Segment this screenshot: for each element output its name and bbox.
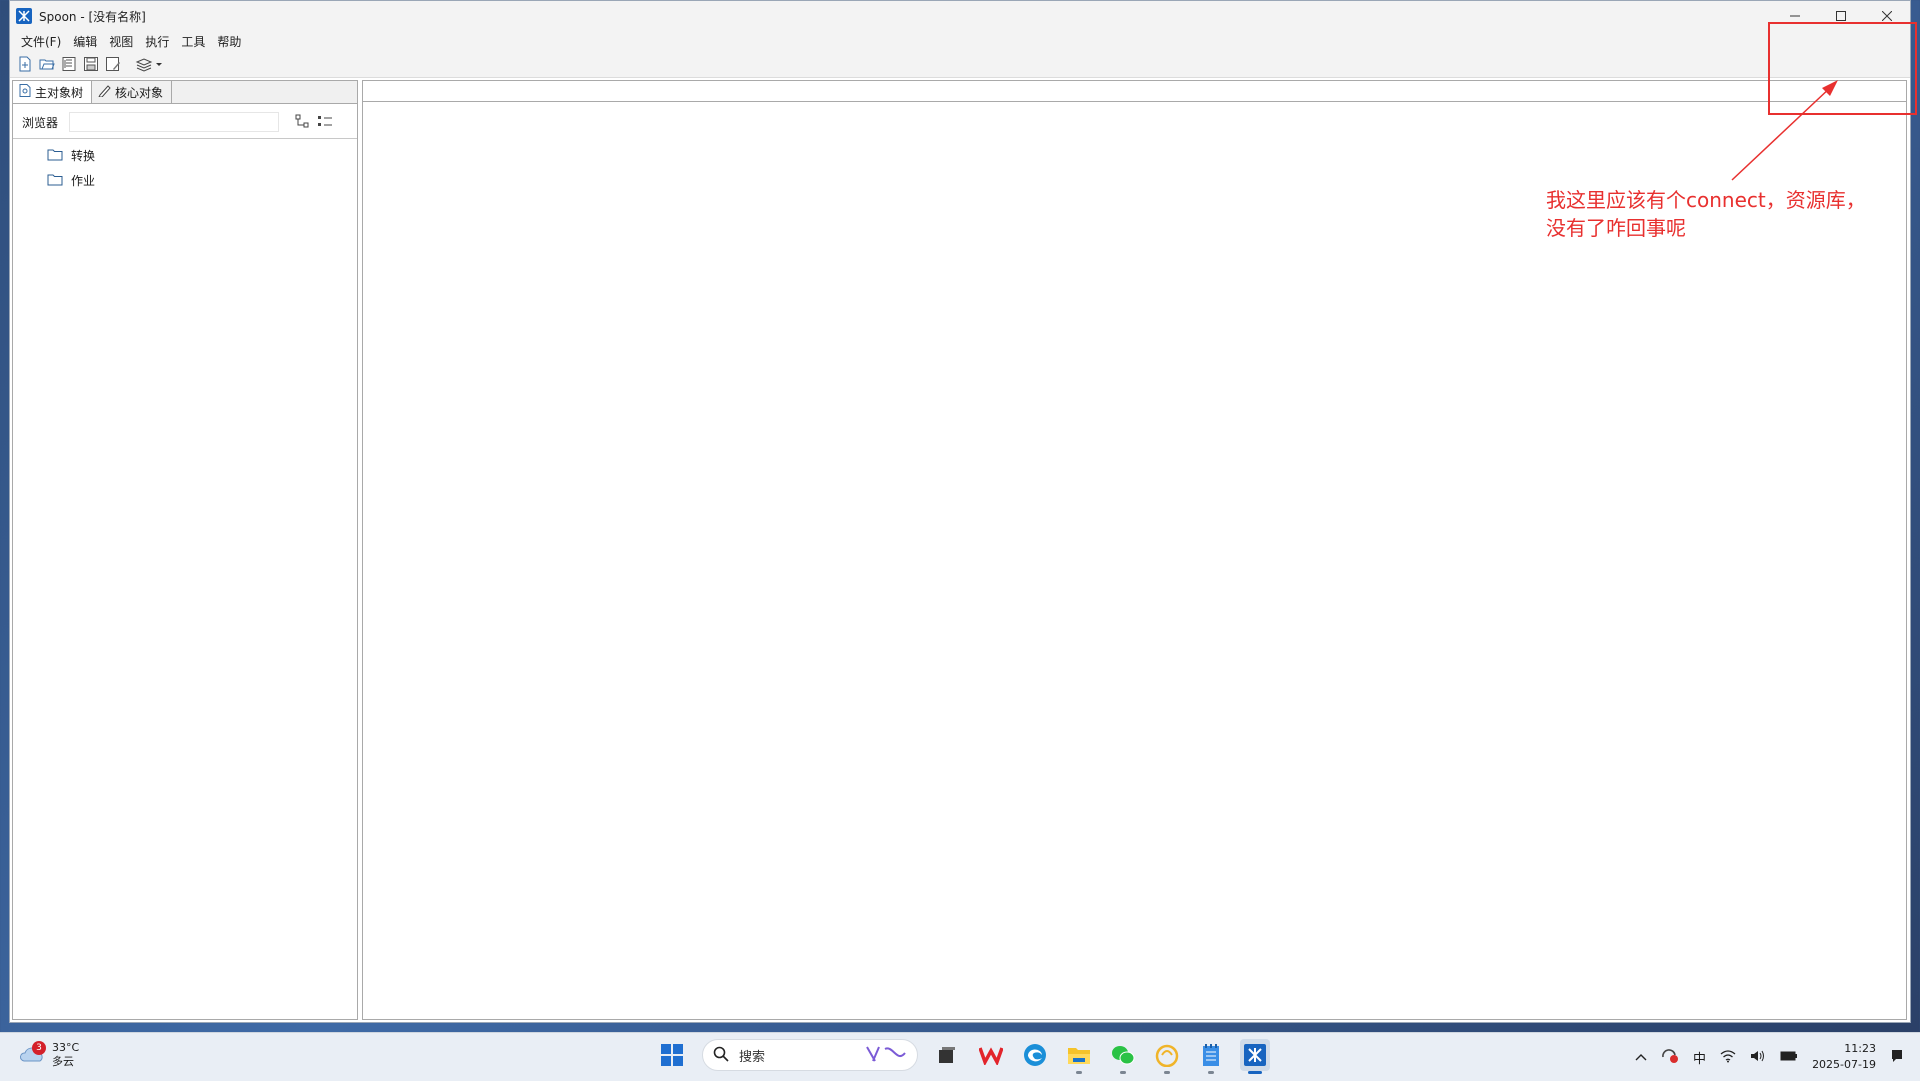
tab-label: 核心对象: [115, 85, 164, 100]
search-placeholder: 搜索: [739, 1049, 766, 1065]
folder-icon: [47, 148, 63, 164]
system-tray: 中 11:23 2025-07-19: [1635, 1041, 1904, 1073]
annotation-line-2: 没有了咋回事呢: [1546, 216, 1686, 240]
tab-label: 主对象树: [35, 85, 84, 100]
start-icon[interactable]: [656, 1039, 688, 1071]
menu-file[interactable]: 文件(F): [15, 33, 67, 50]
spoon-icon[interactable]: [1240, 1039, 1270, 1074]
menu-help[interactable]: 帮助: [211, 33, 247, 50]
left-panel-tabs: 主对象树 核心对象: [13, 81, 357, 104]
new-file-icon[interactable]: [14, 53, 36, 75]
file-explorer-icon[interactable]: [1064, 1039, 1094, 1074]
tree-item-transformations[interactable]: 转换: [13, 143, 357, 168]
wps-icon[interactable]: [976, 1039, 1006, 1071]
spoon-app-icon: [16, 8, 32, 24]
browser-label: 浏览器: [22, 115, 59, 130]
security-icon[interactable]: [1661, 1048, 1679, 1067]
notification-icon[interactable]: [1890, 1048, 1904, 1067]
chevron-up-icon[interactable]: [1635, 1050, 1647, 1064]
clock-date: 2025-07-19: [1812, 1058, 1876, 1071]
spoon-window: Spoon - [没有名称] 文件(F) 编辑 视图 执行 工具 帮助 主对象树…: [9, 0, 1911, 1023]
search-icon: [713, 1046, 729, 1065]
menu-edit[interactable]: 编辑: [67, 33, 103, 50]
menu-run[interactable]: 执行: [139, 33, 175, 50]
browser-search-row: 浏览器: [13, 106, 357, 139]
taskbar-search[interactable]: 搜索: [702, 1039, 918, 1071]
tree-item-label: 转换: [71, 149, 96, 163]
search-highlight-icon: [863, 1043, 907, 1068]
menu-tools[interactable]: 工具: [175, 33, 211, 50]
tab-main-object-tree[interactable]: 主对象树: [13, 81, 93, 103]
clock[interactable]: 11:23 2025-07-19: [1812, 1041, 1876, 1073]
object-tree: 转换 作业: [13, 139, 357, 193]
menu-view[interactable]: 视图: [103, 33, 139, 50]
tree-item-label: 作业: [71, 174, 96, 188]
open-folder-icon[interactable]: [36, 53, 58, 75]
save-as-icon[interactable]: [102, 53, 124, 75]
weather-badge: 3: [32, 1040, 46, 1055]
edge-icon[interactable]: [1020, 1039, 1050, 1071]
menu-bar: 文件(F) 编辑 视图 执行 工具 帮助: [10, 31, 1910, 51]
annotation-text: 我这里应该有个connect，资源库， 没有了咋回事呢: [1546, 186, 1886, 242]
expand-tree-icon[interactable]: [295, 114, 311, 131]
folder-icon: [47, 173, 63, 189]
taskbar: 3 33°C 多云 搜索 中 11:23 2025-07-19: [0, 1032, 1920, 1081]
tree-item-jobs[interactable]: 作业: [13, 168, 357, 193]
task-view-icon[interactable]: [932, 1039, 962, 1071]
title-bar[interactable]: Spoon - [没有名称]: [10, 1, 1910, 31]
clock-time: 11:23: [1844, 1042, 1876, 1055]
battery-icon[interactable]: [1780, 1050, 1798, 1065]
weather-temp: 33°C: [52, 1041, 80, 1054]
orange-app-icon[interactable]: [1152, 1039, 1182, 1074]
pencil-icon: [98, 84, 111, 100]
cloud-icon: 3: [18, 1040, 46, 1068]
explore-repository-icon[interactable]: [58, 53, 80, 75]
canvas-tabstrip: [363, 81, 1906, 102]
ime-indicator[interactable]: 中: [1693, 1048, 1706, 1067]
perspective-layers-icon[interactable]: [132, 53, 166, 75]
notepad-icon[interactable]: [1196, 1039, 1226, 1074]
weather-widget[interactable]: 3 33°C 多云: [18, 1040, 80, 1069]
volume-icon[interactable]: [1750, 1049, 1766, 1066]
list-view-icon[interactable]: [317, 114, 333, 131]
object-tree-panel: 主对象树 核心对象 浏览器 转换 作业: [12, 80, 358, 1020]
wechat-icon[interactable]: [1108, 1039, 1138, 1074]
window-title: Spoon - [没有名称]: [39, 9, 146, 24]
weather-desc: 多云: [52, 1055, 74, 1068]
save-icon[interactable]: [80, 53, 102, 75]
wifi-icon[interactable]: [1720, 1049, 1736, 1066]
document-icon: [19, 84, 31, 100]
tab-core-objects[interactable]: 核心对象: [92, 81, 173, 103]
toolbar: [10, 51, 1910, 78]
search-input[interactable]: [69, 112, 279, 132]
annotation-highlight-box: [1768, 22, 1917, 115]
annotation-line-1: 我这里应该有个connect，资源库，: [1546, 188, 1866, 212]
